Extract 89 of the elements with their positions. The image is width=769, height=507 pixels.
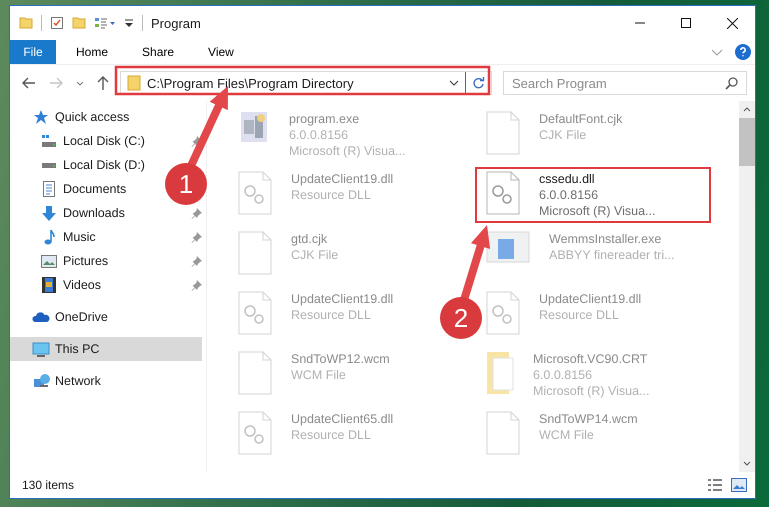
address-path: C:\Program Files\Program Directory (147, 76, 355, 90)
monitor-icon (32, 342, 50, 356)
expand-ribbon-icon[interactable] (711, 48, 723, 56)
step-badge: 1 (165, 163, 207, 205)
ribbon-tab[interactable]: Share (122, 45, 188, 59)
ribbon-tab[interactable]: Home (56, 45, 122, 59)
scroll-down-icon[interactable] (743, 461, 751, 466)
window-title: Program (151, 16, 201, 30)
search-icon (725, 77, 738, 90)
sidebar-item[interactable]: Pictures (10, 249, 114, 273)
program-icon[interactable] (238, 111, 270, 143)
file-detail: Resource DLL (291, 187, 372, 203)
sidebar-item[interactable]: OneDrive (10, 305, 114, 329)
customize-caret-icon[interactable] (124, 19, 134, 27)
file-detail: WCM File (539, 427, 595, 443)
file-detail: Resource DLL (291, 427, 372, 443)
music-note-icon (44, 229, 54, 245)
settings-file-icon[interactable] (486, 171, 520, 215)
pin-icon[interactable] (191, 280, 202, 291)
scroll-thumb[interactable] (739, 118, 755, 166)
pin-icon[interactable] (191, 136, 202, 147)
file-icon[interactable] (238, 231, 272, 275)
view-icon[interactable] (94, 17, 116, 29)
dropdown-caret-icon[interactable] (449, 80, 459, 86)
ribbon-tab[interactable]: View (188, 45, 248, 59)
refresh-icon[interactable] (472, 76, 485, 90)
search-field[interactable]: Search Program (503, 71, 747, 95)
sidebar-item[interactable]: Local Disk (D:) (10, 153, 151, 177)
file-detail: Microsoft (R) Visua... (289, 143, 406, 159)
download-icon (41, 206, 57, 220)
pin-icon[interactable] (191, 208, 202, 219)
file-detail: WCM File (291, 367, 347, 383)
drive-icon (41, 162, 57, 168)
network-icon (32, 374, 50, 388)
sidebar-item[interactable]: Quick access (10, 105, 136, 129)
file-detail: 6.0.0.8156 (539, 187, 600, 203)
picture-icon (41, 254, 57, 268)
pin-icon[interactable] (191, 256, 202, 267)
sidebar-item[interactable]: Videos (10, 273, 107, 297)
file-detail: ABBYY finereader tri... (549, 247, 675, 263)
forward-icon[interactable] (49, 77, 63, 89)
file-icon[interactable] (486, 111, 520, 155)
large-icons-view-icon[interactable] (731, 478, 747, 492)
up-icon[interactable] (97, 76, 109, 90)
settings-file-icon[interactable] (238, 411, 272, 455)
sidebar-item[interactable]: Downloads (10, 201, 131, 225)
sidebar-item[interactable]: Network (10, 369, 107, 393)
folder-icon[interactable] (19, 17, 33, 29)
file-detail: Resource DLL (291, 307, 372, 323)
settings-file-icon[interactable] (238, 171, 272, 215)
sidebar-item[interactable]: Documents (10, 177, 132, 201)
pin-icon[interactable] (191, 232, 202, 243)
file-detail: Microsoft (R) Visua... (533, 383, 650, 399)
file-icon[interactable] (238, 351, 272, 395)
step-badge: 2 (440, 297, 482, 339)
scrollbar[interactable] (739, 101, 755, 472)
file-detail: Resource DLL (539, 307, 620, 323)
back-icon[interactable] (22, 77, 36, 89)
file-name[interactable]: cssedu.dll (539, 171, 656, 187)
installer-icon[interactable] (486, 231, 530, 263)
minimize-icon (635, 22, 645, 24)
sidebar-item[interactable]: This PC (10, 337, 202, 361)
file-tab[interactable]: File (10, 40, 56, 64)
scroll-up-icon[interactable] (743, 107, 751, 112)
new-folder-icon[interactable] (72, 17, 86, 29)
folder-icon (127, 75, 141, 91)
settings-file-icon[interactable] (486, 291, 520, 335)
file-detail: 6.0.0.8156 (533, 367, 594, 383)
file-detail: Microsoft (R) Visua... (539, 203, 656, 219)
document-icon (43, 181, 55, 197)
sidebar-item[interactable]: Local Disk (C:) (10, 129, 151, 153)
address-field[interactable]: C:\Program Files\Program Directory (120, 71, 492, 95)
file-detail: 6.0.0.8156 (289, 127, 350, 143)
help-icon[interactable] (735, 44, 751, 60)
star-icon (33, 109, 49, 125)
drive-icon (41, 135, 57, 147)
sidebar-item[interactable]: Music (10, 225, 102, 249)
cloud-icon (32, 311, 50, 323)
properties-icon[interactable] (50, 16, 64, 30)
film-icon (42, 277, 56, 293)
item-count: 130 items (22, 478, 74, 492)
recent-caret-icon[interactable] (76, 80, 84, 86)
settings-file-icon[interactable] (238, 291, 272, 335)
file-detail: CJK File (291, 247, 338, 263)
file-detail: CJK File (539, 127, 588, 143)
maximize-icon (681, 18, 691, 28)
details-view-icon[interactable] (707, 479, 723, 491)
file-icon[interactable] (486, 411, 520, 455)
close-icon (726, 18, 738, 28)
